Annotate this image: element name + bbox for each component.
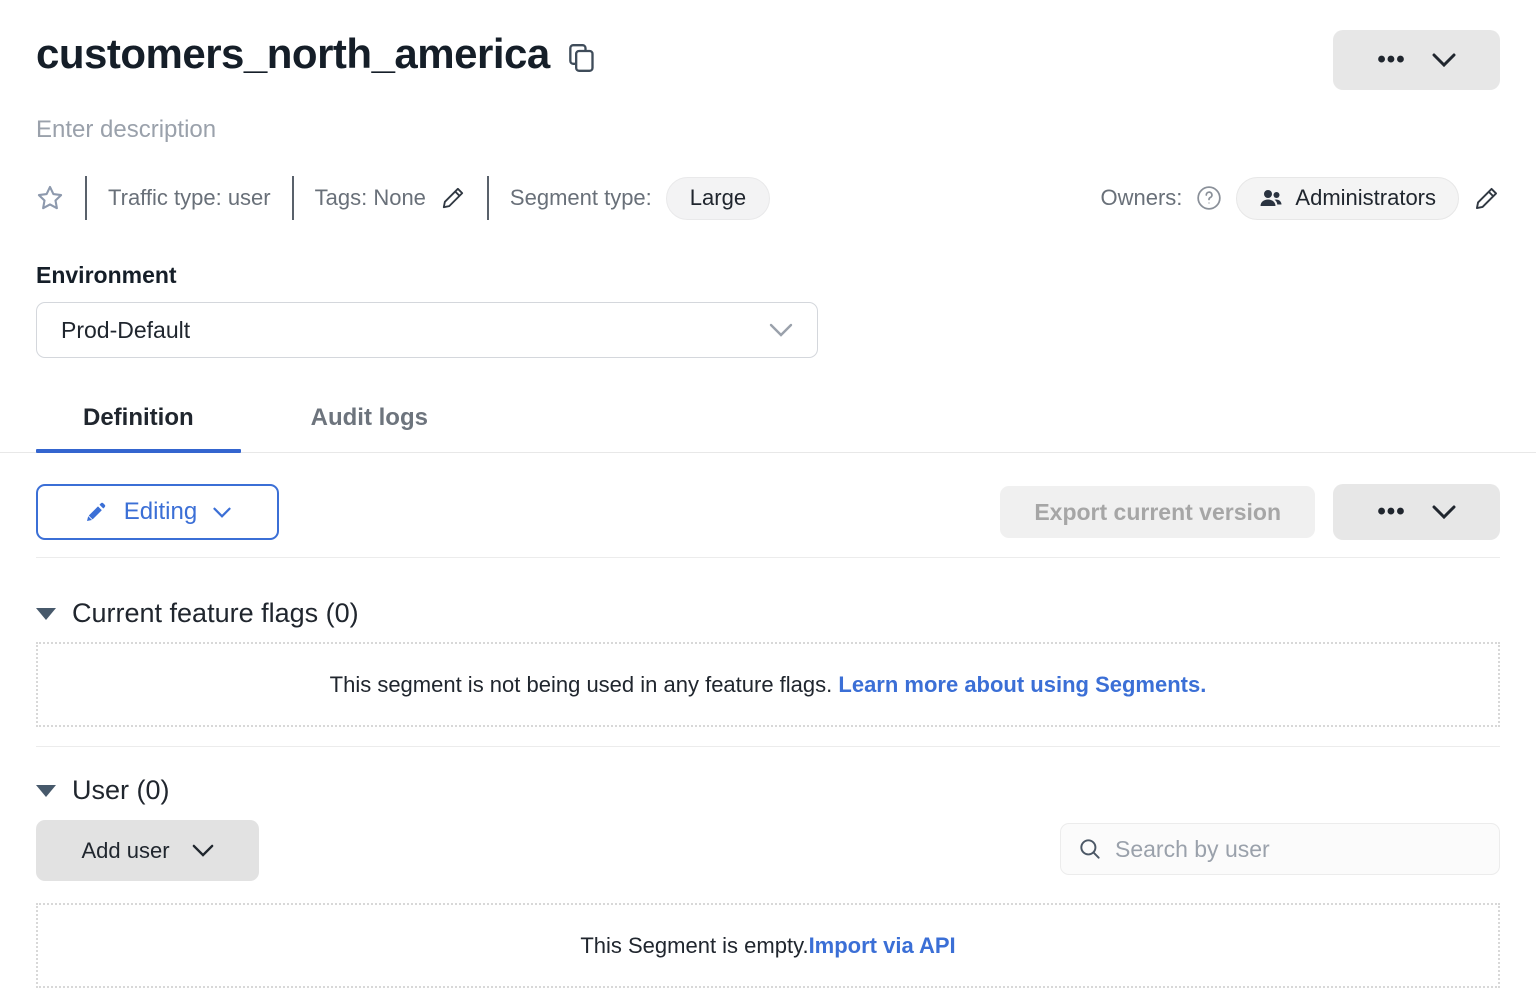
page-more-actions-button[interactable]: ••• xyxy=(1333,30,1500,90)
search-by-user-input[interactable] xyxy=(1115,836,1483,863)
learn-more-link[interactable]: Learn more about using Segments. xyxy=(838,672,1206,698)
edit-owners-pencil-icon[interactable] xyxy=(1473,185,1500,212)
pencil-icon xyxy=(84,500,108,524)
edit-tags-pencil-icon[interactable] xyxy=(440,185,466,211)
segment-detail-page: customers_north_america ••• Enter descri… xyxy=(0,0,1536,1002)
divider xyxy=(36,557,1500,558)
owners-group: Owners: Administrators xyxy=(1100,177,1500,220)
user-section-title: User (0) xyxy=(72,775,170,806)
owners-pill[interactable]: Administrators xyxy=(1236,177,1459,220)
ellipsis-icon: ••• xyxy=(1377,500,1405,524)
editing-label: Editing xyxy=(124,498,197,526)
people-icon xyxy=(1259,187,1283,209)
meta-row: Traffic type: user Tags: None Segment ty… xyxy=(36,176,1500,220)
definition-more-actions-button[interactable]: ••• xyxy=(1333,484,1500,540)
tab-audit-logs[interactable]: Audit logs xyxy=(264,404,475,452)
collapse-triangle-icon xyxy=(36,785,56,797)
owners-label: Owners: xyxy=(1100,185,1182,211)
owners-help-icon[interactable] xyxy=(1196,185,1222,211)
favorite-star-icon[interactable] xyxy=(36,184,64,212)
add-user-label: Add user xyxy=(81,838,169,864)
chevron-down-icon xyxy=(213,507,231,518)
chevron-down-icon xyxy=(769,323,793,337)
definition-toolbar: Editing Export current version ••• xyxy=(36,484,1500,540)
divider xyxy=(36,746,1500,747)
ellipsis-icon: ••• xyxy=(1377,48,1405,72)
collapse-triangle-icon xyxy=(36,608,56,620)
import-via-api-link[interactable]: Import via API xyxy=(809,933,956,959)
feature-flags-section-header[interactable]: Current feature flags (0) xyxy=(36,598,1500,629)
search-by-user-box[interactable] xyxy=(1060,823,1500,875)
copy-name-icon[interactable] xyxy=(568,42,596,74)
user-empty-text: This Segment is empty. xyxy=(580,933,808,959)
description-placeholder[interactable]: Enter description xyxy=(36,116,1500,144)
feature-flags-empty-text: This segment is not being used in any fe… xyxy=(330,672,839,698)
tabs: Definition Audit logs xyxy=(36,404,1500,452)
chevron-down-icon xyxy=(1432,505,1456,519)
environment-selected-value: Prod-Default xyxy=(61,317,190,344)
tab-definition[interactable]: Definition xyxy=(36,404,241,452)
feature-flags-empty-state: This segment is not being used in any fe… xyxy=(36,642,1500,727)
search-icon xyxy=(1077,836,1103,862)
environment-label: Environment xyxy=(36,262,1500,289)
divider xyxy=(292,176,294,220)
feature-flags-section-title: Current feature flags (0) xyxy=(72,598,359,629)
divider xyxy=(85,176,87,220)
environment-select[interactable]: Prod-Default xyxy=(36,302,818,358)
user-empty-state: This Segment is empty. Import via API xyxy=(36,903,1500,988)
add-user-button[interactable]: Add user xyxy=(36,820,259,881)
chevron-down-icon xyxy=(192,844,214,857)
traffic-type-label: Traffic type: user xyxy=(108,185,271,211)
segment-type-badge: Large xyxy=(666,177,770,220)
segment-type-label: Segment type: xyxy=(510,185,652,211)
page-title: customers_north_america xyxy=(36,30,550,78)
editing-mode-button[interactable]: Editing xyxy=(36,484,279,540)
divider xyxy=(487,176,489,220)
owners-value: Administrators xyxy=(1295,185,1436,211)
user-controls-row: Add user xyxy=(36,820,1500,881)
tags-label: Tags: None xyxy=(315,185,426,211)
chevron-down-icon xyxy=(1432,53,1456,67)
user-section-header[interactable]: User (0) xyxy=(36,775,1500,806)
export-current-version-button[interactable]: Export current version xyxy=(1000,486,1315,538)
header: customers_north_america ••• xyxy=(36,0,1500,90)
